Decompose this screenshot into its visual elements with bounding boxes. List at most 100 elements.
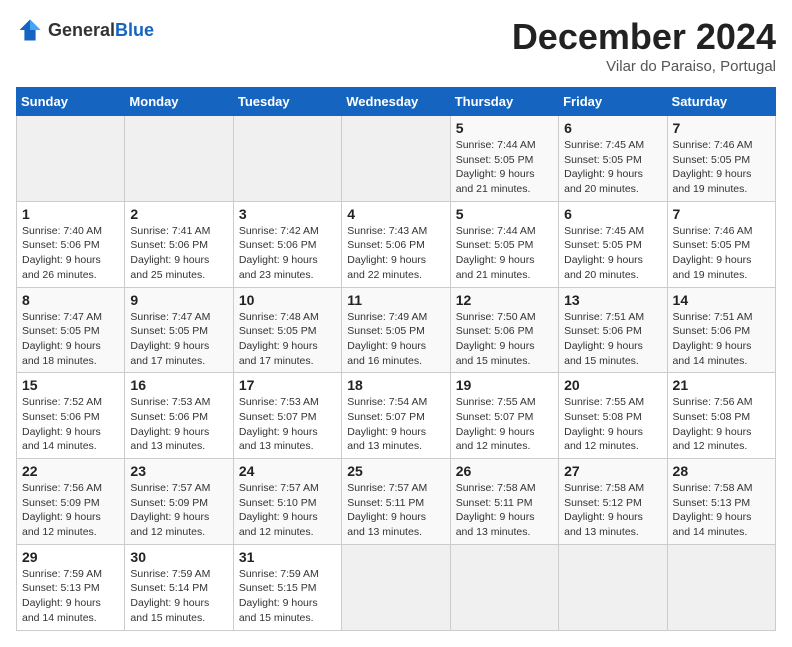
day-info: Sunrise: 7:58 AM Sunset: 5:11 PM Dayligh… xyxy=(456,481,553,540)
day-number: 5 xyxy=(456,206,553,222)
day-info: Sunrise: 7:47 AM Sunset: 5:05 PM Dayligh… xyxy=(22,310,119,369)
header-cell-friday: Friday xyxy=(559,88,667,116)
day-number: 6 xyxy=(564,206,661,222)
day-number: 4 xyxy=(347,206,444,222)
day-info: Sunrise: 7:54 AM Sunset: 5:07 PM Dayligh… xyxy=(347,395,444,454)
day-cell: 8Sunrise: 7:47 AM Sunset: 5:05 PM Daylig… xyxy=(17,287,125,373)
day-cell xyxy=(450,544,558,630)
day-info: Sunrise: 7:52 AM Sunset: 5:06 PM Dayligh… xyxy=(22,395,119,454)
day-cell xyxy=(342,116,450,202)
day-cell xyxy=(125,116,233,202)
day-info: Sunrise: 7:55 AM Sunset: 5:08 PM Dayligh… xyxy=(564,395,661,454)
day-number: 1 xyxy=(22,206,119,222)
day-cell: 3 Sunrise: 7:42 AM Sunset: 5:06 PM Daylig… xyxy=(233,201,341,287)
day-info: Sunrise: 7:44 AM Sunset: 5:05 PM Dayligh… xyxy=(456,224,553,283)
day-cell: 12Sunrise: 7:50 AM Sunset: 5:06 PM Dayli… xyxy=(450,287,558,373)
week-row-4: 15 Sunrise: 7:52 AM Sunset: 5:06 PM Dayli… xyxy=(17,373,776,459)
day-number: 27 xyxy=(564,463,661,479)
day-cell: 20 Sunrise: 7:55 AM Sunset: 5:08 PM Dayli… xyxy=(559,373,667,459)
day-cell xyxy=(559,544,667,630)
day-info: Sunrise: 7:46 AM Sunset: 5:05 PM Dayligh… xyxy=(673,224,770,283)
day-cell: 9 Sunrise: 7:47 AM Sunset: 5:05 PM Daylig… xyxy=(125,287,233,373)
day-info: Sunrise: 7:57 AM Sunset: 5:09 PM Dayligh… xyxy=(130,481,227,540)
day-cell: 4 Sunrise: 7:43 AM Sunset: 5:06 PM Daylig… xyxy=(342,201,450,287)
day-number: 20 xyxy=(564,377,661,393)
day-info: Sunrise: 7:53 AM Sunset: 5:07 PM Dayligh… xyxy=(239,395,336,454)
day-info: Sunrise: 7:57 AM Sunset: 5:11 PM Dayligh… xyxy=(347,481,444,540)
day-info: Sunrise: 7:45 AM Sunset: 5:05 PM Dayligh… xyxy=(564,224,661,283)
day-number: 7 xyxy=(673,120,770,136)
day-number: 30 xyxy=(130,549,227,565)
day-number: 12 xyxy=(456,292,553,308)
month-title: December 2024 xyxy=(512,16,776,58)
week-row-6: 29 Sunrise: 7:59 AM Sunset: 5:13 PM Dayli… xyxy=(17,544,776,630)
day-cell: 18 Sunrise: 7:54 AM Sunset: 5:07 PM Dayli… xyxy=(342,373,450,459)
day-cell: 16Sunrise: 7:53 AM Sunset: 5:06 PM Dayli… xyxy=(125,373,233,459)
day-cell: 30 Sunrise: 7:59 AM Sunset: 5:14 PM Dayli… xyxy=(125,544,233,630)
day-info: Sunrise: 7:56 AM Sunset: 5:08 PM Dayligh… xyxy=(673,395,770,454)
day-number: 9 xyxy=(130,292,227,308)
header-row: SundayMondayTuesdayWednesdayThursdayFrid… xyxy=(17,88,776,116)
day-cell: 7 Sunrise: 7:46 AM Sunset: 5:05 PM Daylig… xyxy=(667,201,775,287)
day-number: 28 xyxy=(673,463,770,479)
day-info: Sunrise: 7:40 AM Sunset: 5:06 PM Dayligh… xyxy=(22,224,119,283)
calendar-table: SundayMondayTuesdayWednesdayThursdayFrid… xyxy=(16,87,776,631)
day-info: Sunrise: 7:42 AM Sunset: 5:06 PM Dayligh… xyxy=(239,224,336,283)
day-cell: 13 Sunrise: 7:51 AM Sunset: 5:06 PM Dayli… xyxy=(559,287,667,373)
day-number: 22 xyxy=(22,463,119,479)
day-number: 13 xyxy=(564,292,661,308)
day-cell: 25 Sunrise: 7:57 AM Sunset: 5:11 PM Dayli… xyxy=(342,459,450,545)
logo-text-general: General xyxy=(48,20,115,40)
day-number: 19 xyxy=(456,377,553,393)
day-cell: 21 Sunrise: 7:56 AM Sunset: 5:08 PM Dayli… xyxy=(667,373,775,459)
day-number: 23 xyxy=(130,463,227,479)
day-cell: 10Sunrise: 7:48 AM Sunset: 5:05 PM Dayli… xyxy=(233,287,341,373)
day-number: 29 xyxy=(22,549,119,565)
header-cell-sunday: Sunday xyxy=(17,88,125,116)
day-cell: 29 Sunrise: 7:59 AM Sunset: 5:13 PM Dayli… xyxy=(17,544,125,630)
day-info: Sunrise: 7:47 AM Sunset: 5:05 PM Dayligh… xyxy=(130,310,227,369)
header-cell-monday: Monday xyxy=(125,88,233,116)
day-number: 24 xyxy=(239,463,336,479)
logo-icon xyxy=(16,16,44,44)
header-cell-tuesday: Tuesday xyxy=(233,88,341,116)
day-info: Sunrise: 7:43 AM Sunset: 5:06 PM Dayligh… xyxy=(347,224,444,283)
day-cell xyxy=(233,116,341,202)
day-number: 15 xyxy=(22,377,119,393)
day-info: Sunrise: 7:59 AM Sunset: 5:13 PM Dayligh… xyxy=(22,567,119,626)
day-info: Sunrise: 7:58 AM Sunset: 5:12 PM Dayligh… xyxy=(564,481,661,540)
day-number: 3 xyxy=(239,206,336,222)
logo-text-blue: Blue xyxy=(115,20,154,40)
day-info: Sunrise: 7:46 AM Sunset: 5:05 PM Dayligh… xyxy=(673,138,770,197)
day-info: Sunrise: 7:59 AM Sunset: 5:14 PM Dayligh… xyxy=(130,567,227,626)
day-info: Sunrise: 7:51 AM Sunset: 5:06 PM Dayligh… xyxy=(564,310,661,369)
day-info: Sunrise: 7:53 AM Sunset: 5:06 PM Dayligh… xyxy=(130,395,227,454)
day-info: Sunrise: 7:48 AM Sunset: 5:05 PM Dayligh… xyxy=(239,310,336,369)
day-cell: 17Sunrise: 7:53 AM Sunset: 5:07 PM Dayli… xyxy=(233,373,341,459)
header-cell-wednesday: Wednesday xyxy=(342,88,450,116)
day-info: Sunrise: 7:41 AM Sunset: 5:06 PM Dayligh… xyxy=(130,224,227,283)
day-cell: 31Sunrise: 7:59 AM Sunset: 5:15 PM Dayli… xyxy=(233,544,341,630)
day-info: Sunrise: 7:51 AM Sunset: 5:06 PM Dayligh… xyxy=(673,310,770,369)
week-row-3: 8Sunrise: 7:47 AM Sunset: 5:05 PM Daylig… xyxy=(17,287,776,373)
day-cell xyxy=(17,116,125,202)
title-area: December 2024 Vilar do Paraiso, Portugal xyxy=(512,16,776,75)
day-number: 21 xyxy=(673,377,770,393)
day-cell xyxy=(667,544,775,630)
day-cell: 26Sunrise: 7:58 AM Sunset: 5:11 PM Dayli… xyxy=(450,459,558,545)
day-number: 25 xyxy=(347,463,444,479)
day-cell: 5Sunrise: 7:44 AM Sunset: 5:05 PM Daylig… xyxy=(450,116,558,202)
day-info: Sunrise: 7:57 AM Sunset: 5:10 PM Dayligh… xyxy=(239,481,336,540)
day-cell: 2Sunrise: 7:41 AM Sunset: 5:06 PM Daylig… xyxy=(125,201,233,287)
week-row-1: 5Sunrise: 7:44 AM Sunset: 5:05 PM Daylig… xyxy=(17,116,776,202)
day-info: Sunrise: 7:56 AM Sunset: 5:09 PM Dayligh… xyxy=(22,481,119,540)
week-row-5: 22 Sunrise: 7:56 AM Sunset: 5:09 PM Dayli… xyxy=(17,459,776,545)
day-number: 11 xyxy=(347,292,444,308)
day-info: Sunrise: 7:55 AM Sunset: 5:07 PM Dayligh… xyxy=(456,395,553,454)
week-row-2: 1 Sunrise: 7:40 AM Sunset: 5:06 PM Daylig… xyxy=(17,201,776,287)
day-cell: 5 Sunrise: 7:44 AM Sunset: 5:05 PM Daylig… xyxy=(450,201,558,287)
day-number: 18 xyxy=(347,377,444,393)
day-cell: 6 Sunrise: 7:45 AM Sunset: 5:05 PM Daylig… xyxy=(559,201,667,287)
day-info: Sunrise: 7:44 AM Sunset: 5:05 PM Dayligh… xyxy=(456,138,553,197)
day-number: 7 xyxy=(673,206,770,222)
